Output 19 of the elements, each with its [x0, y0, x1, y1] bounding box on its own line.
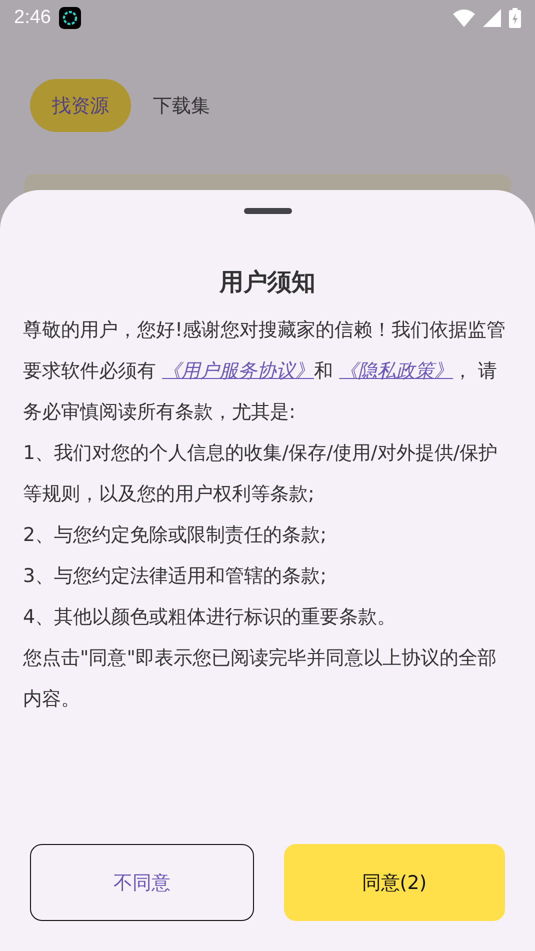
terms-paragraph: 您点击"同意"即表示您已阅读完毕并同意以上协议的全部内容。 — [23, 646, 498, 712]
terms-paragraph: 4、其他以颜色或粗体进行标识的重要条款。 — [23, 605, 398, 630]
agree-button[interactable]: 同意(2) — [284, 844, 505, 921]
agreement-link[interactable]: 《用户服务协议》 — [162, 360, 314, 382]
tab[interactable]: 下载集 — [153, 79, 210, 132]
dialog-title: 用户须知 — [218, 267, 316, 298]
terms-paragraph: 1、我们对您的个人信息的收集/保存/使用/对外提供/保护等规则，以及您的用户权利等条款; — [23, 441, 499, 507]
drag-handle[interactable] — [244, 208, 292, 214]
app-icon — [58, 7, 81, 29]
terms-paragraph: 3、与您约定法律适用和管辖的条款; — [23, 564, 328, 589]
wifi-icon — [453, 9, 475, 27]
agreement-link[interactable]: 《隐私政策》 — [339, 360, 454, 382]
disagree-button[interactable]: 不同意 — [30, 844, 254, 921]
battery-icon — [509, 8, 521, 28]
terms-paragraph: 2、与您约定免除或限制责任的条款; — [23, 523, 328, 548]
signal-icon — [483, 9, 501, 27]
intro-paragraph: 尊敬的用户，您好!感谢您对搜藏家的信赖！我们依据监管要求软件必须有 《用户服务协议》和 《隐私政策》， 请务必审慎阅读所有条款，尤其是: — [23, 318, 507, 425]
tab[interactable]: 找资源 — [30, 79, 131, 132]
status-time: 2:46 — [14, 7, 51, 29]
